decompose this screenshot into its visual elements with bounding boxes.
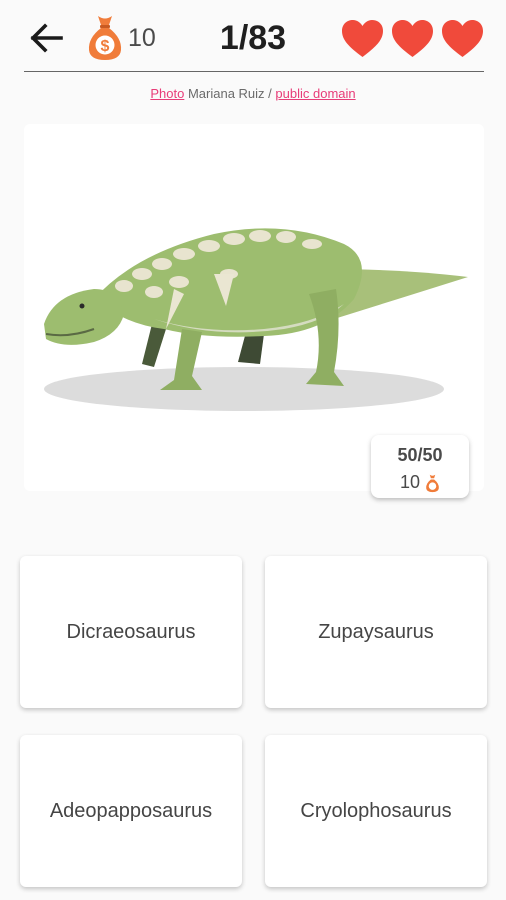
reward-value: 10	[399, 472, 421, 492]
money-bag-icon	[426, 474, 439, 492]
back-button[interactable]	[26, 18, 66, 58]
photo-author: Mariana Ruiz	[187, 86, 265, 101]
coin-count: 10	[128, 24, 156, 52]
score-badge: 50/50 10	[371, 435, 469, 498]
header-divider	[24, 71, 484, 72]
answer-option[interactable]: Dicraeosaurus	[20, 556, 242, 708]
top-bar: $ 10 1/83	[0, 0, 506, 72]
photo-credit: Photo Mariana Ruiz / public domain	[0, 86, 506, 101]
lives	[341, 19, 484, 58]
svg-text:$: $	[101, 38, 110, 55]
credit-separator: /	[268, 86, 272, 101]
answer-option[interactable]: Adeopapposaurus	[20, 735, 242, 887]
photo-link[interactable]: Photo	[150, 86, 184, 101]
answer-option[interactable]: Cryolophosaurus	[265, 735, 487, 887]
answer-option[interactable]: Zupaysaurus	[265, 556, 487, 708]
heart-icon	[342, 20, 383, 57]
score-value: 50/50	[397, 445, 443, 465]
license-link[interactable]: public domain	[275, 86, 355, 101]
heart-icon	[442, 20, 483, 57]
arrow-left-icon	[30, 23, 63, 53]
money-bag-icon: $	[88, 16, 122, 60]
heart-icon	[392, 20, 433, 57]
